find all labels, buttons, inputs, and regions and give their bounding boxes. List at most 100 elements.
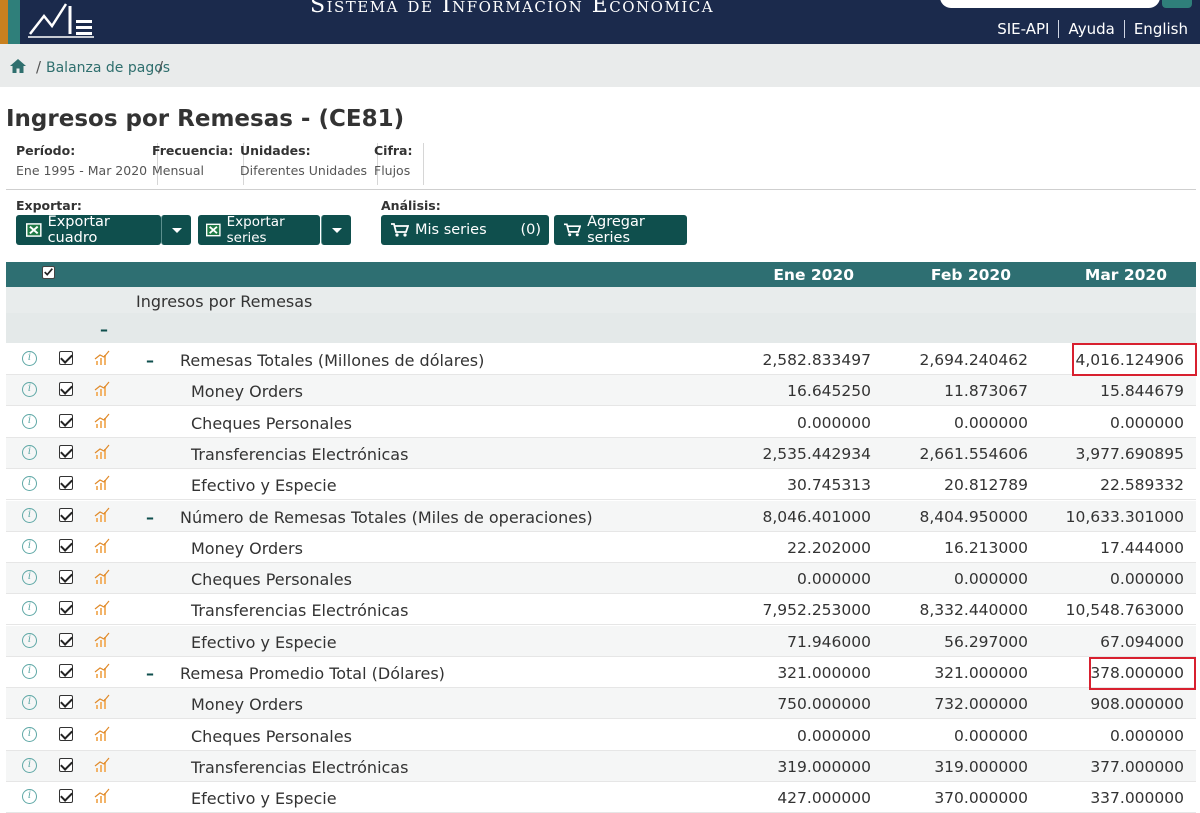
cart-add-icon xyxy=(564,223,582,237)
meta-value: Flujos xyxy=(374,163,411,178)
info-icon[interactable]: i xyxy=(22,695,37,710)
table-cell: 16.213000 xyxy=(944,539,1028,557)
table-cell: 0.000000 xyxy=(797,727,871,745)
column-header[interactable]: Ene 2020 xyxy=(734,266,854,284)
table-row: i Cheques Personales 0.000000 0.000000 0.000… xyxy=(6,563,1196,594)
row-checkbox[interactable] xyxy=(59,633,73,647)
row-checkbox[interactable] xyxy=(59,727,73,741)
info-icon[interactable]: i xyxy=(22,633,37,648)
chart-icon[interactable] xyxy=(94,507,110,523)
meta-label: Cifra: xyxy=(374,143,413,158)
add-series-button[interactable]: Agregar series xyxy=(554,214,687,246)
row-checkbox[interactable] xyxy=(59,351,73,365)
row-checkbox[interactable] xyxy=(59,476,73,490)
chart-icon[interactable] xyxy=(94,444,110,460)
export-label: Exportar: xyxy=(16,198,82,213)
chart-icon[interactable] xyxy=(94,381,110,397)
breadcrumb-link-balanza[interactable]: Balanza de pagos xyxy=(46,60,170,76)
search-button[interactable] xyxy=(1162,0,1192,8)
table-cell: 0.000000 xyxy=(954,414,1028,432)
select-all-checkbox[interactable] xyxy=(42,266,55,279)
info-icon[interactable]: i xyxy=(22,414,37,429)
sie-logo-icon[interactable] xyxy=(22,0,96,40)
chart-icon[interactable] xyxy=(94,788,110,804)
info-icon[interactable]: i xyxy=(22,351,37,366)
series-name: Transferencias Electrónicas xyxy=(191,445,409,464)
export-series-button[interactable]: Exportar series xyxy=(198,214,320,246)
table-cell: 0.000000 xyxy=(1110,414,1184,432)
table-cell: 7,952.253000 xyxy=(762,601,871,619)
chart-icon[interactable] xyxy=(94,632,110,648)
search-input[interactable] xyxy=(940,0,1160,8)
page-title: Ingresos por Remesas - (CE81) xyxy=(6,106,405,132)
link-english[interactable]: English xyxy=(1125,20,1192,38)
meta-unidades: Unidades: Diferentes Unidades xyxy=(230,143,379,185)
table-cell: 8,046.401000 xyxy=(762,508,871,526)
chart-icon[interactable] xyxy=(94,726,110,742)
chart-icon[interactable] xyxy=(94,694,110,710)
column-header[interactable]: Feb 2020 xyxy=(891,266,1011,284)
collapse-row-button[interactable]: – xyxy=(146,664,154,683)
row-checkbox[interactable] xyxy=(59,789,73,803)
collapse-row-button[interactable]: – xyxy=(146,508,154,527)
info-icon[interactable]: i xyxy=(22,539,37,554)
chart-icon[interactable] xyxy=(94,600,110,616)
chart-icon[interactable] xyxy=(94,538,110,554)
table-cell: 17.444000 xyxy=(1100,539,1184,557)
export-series-label: Exportar series xyxy=(226,214,285,246)
row-checkbox[interactable] xyxy=(59,570,73,584)
row-checkbox[interactable] xyxy=(59,539,73,553)
link-sie-api[interactable]: SIE-API xyxy=(988,20,1060,38)
table-row: i Efectivo y Especie 427.000000 370.000000 3… xyxy=(6,782,1196,813)
column-header[interactable]: Mar 2020 xyxy=(1047,266,1167,284)
series-name: Transferencias Electrónicas xyxy=(191,758,409,777)
row-checkbox[interactable] xyxy=(59,758,73,772)
info-icon[interactable]: i xyxy=(22,445,37,460)
row-checkbox[interactable] xyxy=(59,695,73,709)
my-series-button[interactable]: Mis series (0) xyxy=(381,215,549,245)
info-icon[interactable]: i xyxy=(22,601,37,616)
meta-value: Mensual xyxy=(152,163,204,178)
info-icon[interactable]: i xyxy=(22,508,37,523)
chart-icon[interactable] xyxy=(94,475,110,491)
meta-periodo: Período: Ene 1995 - Mar 2020 xyxy=(6,143,159,185)
table-cell: 0.000000 xyxy=(954,727,1028,745)
info-icon[interactable]: i xyxy=(22,758,37,773)
chart-icon[interactable] xyxy=(94,350,110,366)
info-icon[interactable]: i xyxy=(22,789,37,804)
row-checkbox[interactable] xyxy=(59,601,73,615)
breadcrumb: / Balanza de pagos / xyxy=(0,44,1200,87)
info-icon[interactable]: i xyxy=(22,664,37,679)
table-row: i Transferencias Electrónicas 7,952.253000… xyxy=(6,594,1196,625)
table-row: i Cheques Personales 0.000000 0.000000 0.000… xyxy=(6,407,1196,438)
series-name: Efectivo y Especie xyxy=(191,789,337,808)
row-checkbox[interactable] xyxy=(59,382,73,396)
table-cell: 732.000000 xyxy=(934,695,1028,713)
series-name: Cheques Personales xyxy=(191,727,352,746)
table-cell: 67.094000 xyxy=(1100,633,1184,651)
home-icon[interactable] xyxy=(10,59,26,73)
info-icon[interactable]: i xyxy=(22,570,37,585)
info-icon[interactable]: i xyxy=(22,382,37,397)
export-table-button[interactable]: Exportar cuadro xyxy=(16,214,161,246)
chart-icon[interactable] xyxy=(94,663,110,679)
collapse-group-button[interactable]: – xyxy=(100,320,108,339)
row-checkbox[interactable] xyxy=(59,664,73,678)
table-cell: 750.000000 xyxy=(777,695,871,713)
info-icon[interactable]: i xyxy=(22,727,37,742)
table-cell: 427.000000 xyxy=(777,789,871,807)
export-table-dropdown-button[interactable] xyxy=(161,215,191,245)
chart-icon[interactable] xyxy=(94,757,110,773)
chart-icon[interactable] xyxy=(94,569,110,585)
row-checkbox[interactable] xyxy=(59,414,73,428)
row-checkbox[interactable] xyxy=(59,508,73,522)
row-checkbox[interactable] xyxy=(59,445,73,459)
table-cell: 0.000000 xyxy=(1110,727,1184,745)
table-cell: 319.000000 xyxy=(777,758,871,776)
chart-icon[interactable] xyxy=(94,413,110,429)
collapse-row-button[interactable]: – xyxy=(146,351,154,370)
export-series-dropdown-button[interactable] xyxy=(321,215,351,245)
info-icon[interactable]: i xyxy=(22,476,37,491)
series-name: Money Orders xyxy=(191,382,303,401)
link-ayuda[interactable]: Ayuda xyxy=(1059,20,1125,38)
